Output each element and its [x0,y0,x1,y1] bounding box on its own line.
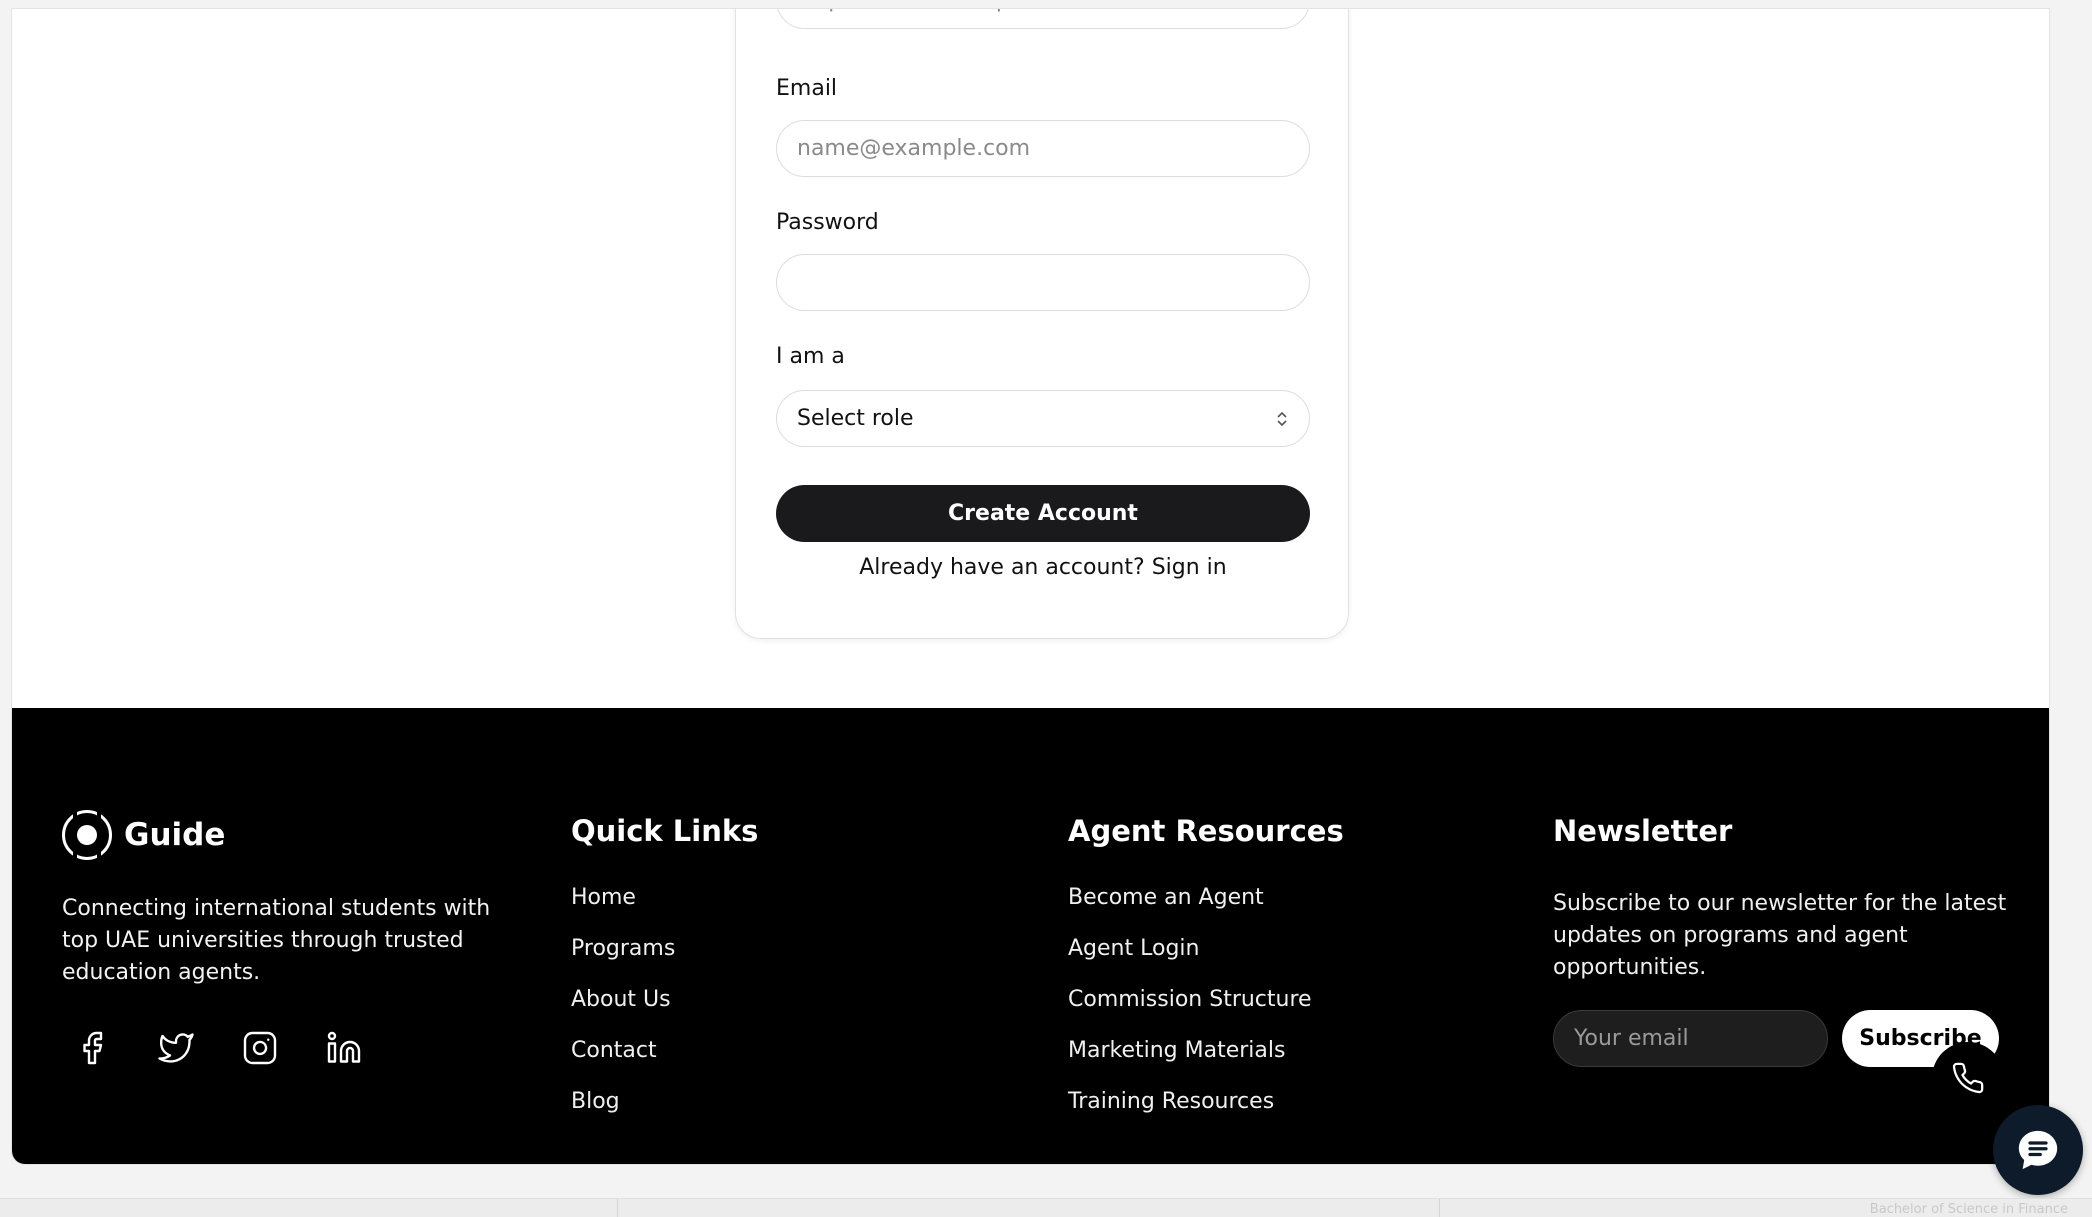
email-input[interactable] [776,120,1310,177]
agent-link-login[interactable]: Agent Login [1068,934,1312,985]
newsletter-email-input[interactable] [1553,1010,1828,1067]
quick-links-title: Quick Links [571,814,759,848]
signin-prompt-text: Already have an account? [859,555,1145,580]
agent-resources-title: Agent Resources [1068,814,1344,848]
chevron-updown-icon [1277,411,1287,426]
agent-link-marketing[interactable]: Marketing Materials [1068,1036,1312,1087]
agent-link-training[interactable]: Training Resources [1068,1087,1312,1138]
signup-form-card: Email Password I am a Select role Create… [735,9,1350,639]
social-links [74,1030,362,1066]
chat-icon [2018,1130,2058,1170]
chat-fab[interactable] [1993,1105,2083,1195]
guide-logo-icon [62,809,112,861]
newsletter-title: Newsletter [1553,814,1733,848]
phone-icon [1952,1062,1984,1094]
newsletter-text: Subscribe to our newsletter for the late… [1553,891,2007,980]
create-account-button[interactable]: Create Account [776,485,1310,542]
twitter-icon[interactable] [158,1030,194,1066]
password-label: Password [776,210,879,235]
role-label: I am a [776,344,845,369]
quick-link-about[interactable]: About Us [571,985,675,1036]
password-input[interactable] [776,254,1310,311]
brand-name: Guide [124,817,226,853]
agent-link-become[interactable]: Become an Agent [1068,883,1312,934]
footer-brand[interactable]: Guide [62,809,226,861]
role-select[interactable]: Select role [776,390,1310,447]
signin-link[interactable]: Sign in [1152,555,1227,580]
agent-resources-list: Become an Agent Agent Login Commission S… [1068,883,1312,1138]
phone-fab[interactable] [1932,1042,2004,1114]
site-footer: Guide Connecting international students … [12,708,2049,1164]
facebook-icon[interactable] [74,1030,110,1066]
page-card: Email Password I am a Select role Create… [11,8,2050,1165]
email-label: Email [776,76,838,101]
role-select-value: Select role [797,406,914,431]
quick-links-list: Home Programs About Us Contact Blog [571,883,675,1138]
quick-link-blog[interactable]: Blog [571,1087,675,1138]
bottom-strip: Bachelor of Science in Finance [0,1198,2092,1217]
linkedin-icon[interactable] [326,1030,362,1066]
quick-link-home[interactable]: Home [571,883,675,934]
quick-link-programs[interactable]: Programs [571,934,675,985]
signin-prompt: Already have an account? Sign in [736,555,1350,580]
bottom-ghost-text: Bachelor of Science in Finance [1869,1202,2068,1217]
agent-link-commission[interactable]: Commission Structure [1068,985,1312,1036]
instagram-icon[interactable] [242,1030,278,1066]
quick-link-contact[interactable]: Contact [571,1036,675,1087]
footer-tagline: Connecting international students with t… [62,896,491,985]
website-input[interactable] [776,9,1310,29]
